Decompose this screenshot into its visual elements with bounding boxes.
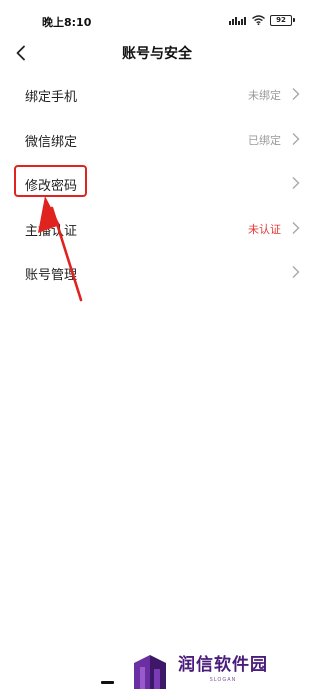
watermark-logo: 润信软件园 SLOGAN	[130, 648, 268, 690]
settings-list: 绑定手机 未绑定 微信绑定 已绑定 修改密码 主播认证 未认证 账号管理	[0, 72, 314, 295]
status-icons: 92	[229, 13, 295, 27]
chevron-right-icon	[292, 132, 300, 145]
battery-level: 92	[276, 15, 286, 24]
settings-row-change-password[interactable]: 修改密码	[0, 161, 314, 206]
home-indicator	[101, 681, 114, 684]
row-label: 修改密码	[25, 179, 78, 194]
row-label: 主播认证	[25, 223, 78, 239]
wifi-icon	[252, 15, 265, 25]
watermark-title: 润信软件园	[178, 655, 268, 675]
chevron-right-icon	[292, 177, 300, 189]
settings-row-account-manage[interactable]: 账号管理	[0, 250, 314, 295]
row-status: 未绑定	[248, 89, 281, 102]
settings-row-wechat-bind[interactable]: 微信绑定 已绑定	[0, 117, 314, 162]
signal-icon	[229, 17, 246, 25]
nav-bar: 账号与安全	[0, 36, 314, 70]
row-label: 微信绑定	[25, 134, 78, 150]
row-label: 绑定手机	[25, 90, 78, 105]
status-time: 晚上8:10	[42, 16, 92, 29]
page-title: 账号与安全	[122, 46, 192, 62]
watermark-building-icon	[134, 655, 166, 689]
row-status: 已绑定	[248, 133, 281, 147]
row-status-alert: 未认证	[248, 222, 281, 236]
status-bar: 晚上8:10 92	[0, 0, 314, 36]
chevron-right-icon	[292, 266, 300, 278]
row-label: 账号管理	[25, 268, 78, 283]
settings-row-anchor-verify[interactable]: 主播认证 未认证	[0, 206, 314, 251]
chevron-right-icon	[292, 88, 300, 100]
chevron-right-icon	[292, 221, 300, 234]
watermark-slogan: SLOGAN	[209, 677, 237, 683]
battery-icon: 92	[270, 14, 295, 26]
settings-row-bind-phone[interactable]: 绑定手机 未绑定	[0, 72, 314, 117]
